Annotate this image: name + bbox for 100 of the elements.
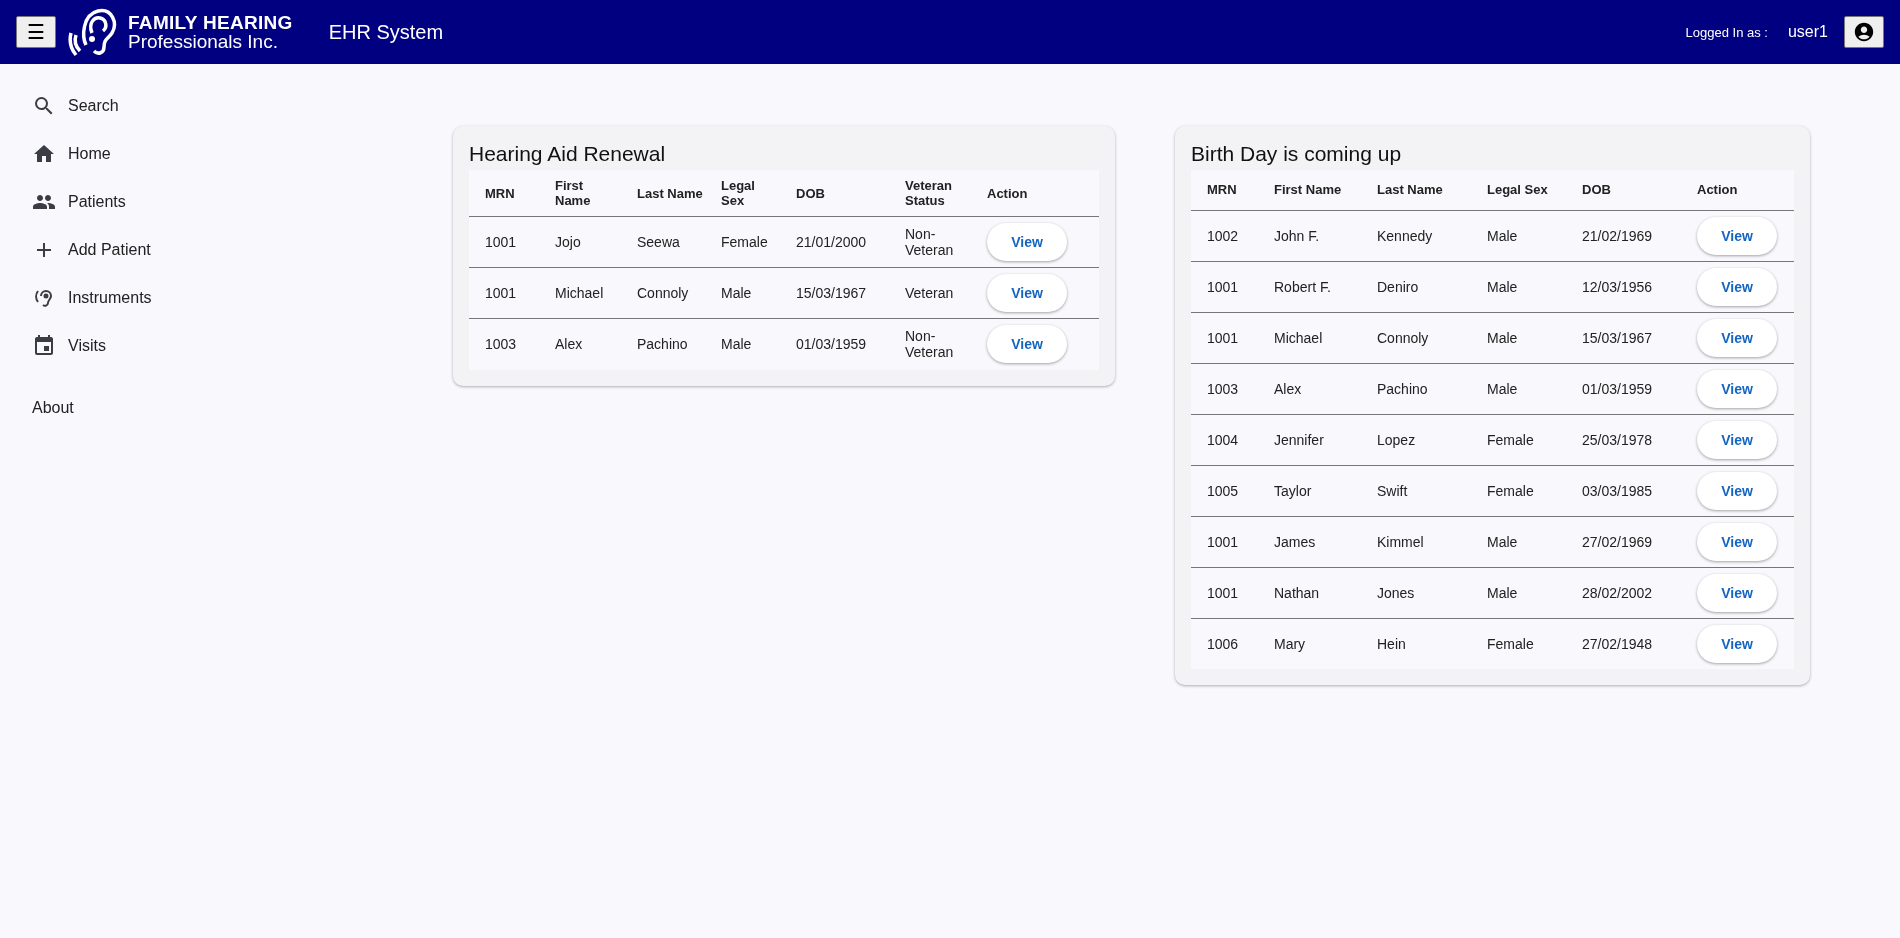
column-header: DOB [780,170,889,217]
column-header: Last Name [1361,170,1471,210]
table-cell: Jennifer [1258,414,1361,465]
view-button[interactable]: View [1697,420,1777,459]
card-title: Hearing Aid Renewal [469,142,667,166]
table-cell: 1001 [469,216,539,268]
column-header: First Name [1258,170,1361,210]
table-cell: Female [1471,465,1566,516]
table-cell: Mary [1258,618,1361,669]
table-cell: Veteran [889,267,971,319]
table-cell: John F. [1258,210,1361,261]
logo-subtext: Professionals Inc. [128,32,279,51]
menu-button[interactable]: ☰ [16,16,56,48]
table-cell: Kennedy [1361,210,1471,261]
view-button[interactable]: View [1697,573,1777,612]
table-cell: Nathan [1258,567,1361,618]
table-cell: Jones [1361,567,1471,618]
view-button[interactable]: View [1697,318,1777,357]
account-button[interactable] [1844,16,1884,48]
table-cell: Michael [539,267,621,319]
table-cell: 01/03/1959 [1566,363,1681,414]
view-button[interactable]: View [987,274,1067,312]
table-cell: Male [705,318,780,370]
table-cell: Male [1471,516,1566,567]
table-cell: Female [1471,414,1566,465]
column-header: Last Name [621,170,705,217]
table-cell: Connoly [1361,312,1471,363]
view-button[interactable]: View [987,325,1067,364]
about-link[interactable]: About [32,392,74,424]
view-button[interactable]: View [1697,267,1777,306]
table-cell: Lopez [1361,414,1471,465]
column-header: MRN [1191,170,1258,210]
table-cell: Michael [1258,312,1361,363]
table-cell: 1004 [1191,414,1258,465]
view-button[interactable]: View [1697,216,1777,255]
column-header: MRN [469,170,539,217]
nav-item[interactable]: Add Patient [32,226,300,274]
table-cell: 28/02/2002 [1566,567,1681,618]
table-cell: 1001 [1191,516,1258,567]
table-cell: 1002 [1191,210,1258,261]
table-cell: 03/03/1985 [1566,465,1681,516]
table-cell: 12/03/1956 [1566,261,1681,312]
table-cell: 27/02/1948 [1566,618,1681,669]
column-header: Veteran Status [889,170,971,217]
table-cell: Pachino [1361,363,1471,414]
table-cell: 1005 [1191,465,1258,516]
column-header: Legal Sex [705,170,780,217]
logged-in-label: Logged In as : [1685,24,1768,40]
table-cell: 1001 [1191,567,1258,618]
table-cell: Taylor [1258,465,1361,516]
app-title: EHR System [328,20,444,44]
table-cell: Kimmel [1361,516,1471,567]
table-cell: Deniro [1361,261,1471,312]
logo-text: FAMILY HEARING [128,13,293,32]
column-header: First Name [539,170,621,217]
table-cell: Male [1471,567,1566,618]
nav-item[interactable]: Search [32,82,300,130]
account-icon [1853,21,1875,43]
table-cell: 25/03/1978 [1566,414,1681,465]
column-header: Action [971,170,1099,217]
table-cell: 21/01/2000 [780,216,889,268]
view-button[interactable]: View [1697,522,1777,561]
table-cell: Non-Veteran [889,318,971,370]
table-cell: Female [1471,618,1566,669]
table-cell: 1001 [1191,261,1258,312]
table-cell: James [1258,516,1361,567]
table-cell: Swift [1361,465,1471,516]
view-button[interactable]: View [1697,624,1777,663]
table-cell: 15/03/1967 [780,267,889,319]
column-header: Legal Sex [1471,170,1566,210]
nav-item[interactable]: Patients [32,178,300,226]
table-cell: Pachino [621,318,705,370]
table-cell: Connoly [621,267,705,319]
table-cell: Male [1471,363,1566,414]
table-cell: Male [705,267,780,319]
column-header: Action [1681,170,1794,210]
nav-item[interactable]: Visits [32,322,300,370]
nav-item[interactable]: Instruments [32,274,300,322]
table-cell: Alex [1258,363,1361,414]
column-header: DOB [1566,170,1681,210]
view-button[interactable]: View [1697,471,1777,510]
view-button[interactable]: View [987,223,1067,261]
table-cell: 1006 [1191,618,1258,669]
table-cell: Female [705,216,780,268]
table-cell: 21/02/1969 [1566,210,1681,261]
table-cell: 1003 [469,318,539,370]
calendar-icon [32,334,56,358]
table-cell: Male [1471,261,1566,312]
table-cell: Hein [1361,618,1471,669]
card-title: Birth Day is coming up [1191,142,1403,166]
table-cell: 27/02/1969 [1566,516,1681,567]
table-cell: 1001 [1191,312,1258,363]
table-cell: Robert F. [1258,261,1361,312]
table-cell: 15/03/1967 [1566,312,1681,363]
table-cell: Alex [539,318,621,370]
table-cell: Male [1471,312,1566,363]
table-cell: 01/03/1959 [780,318,889,370]
nav-item[interactable]: Home [32,130,300,178]
table-cell: Non-Veteran [889,216,971,268]
view-button[interactable]: View [1697,369,1777,408]
